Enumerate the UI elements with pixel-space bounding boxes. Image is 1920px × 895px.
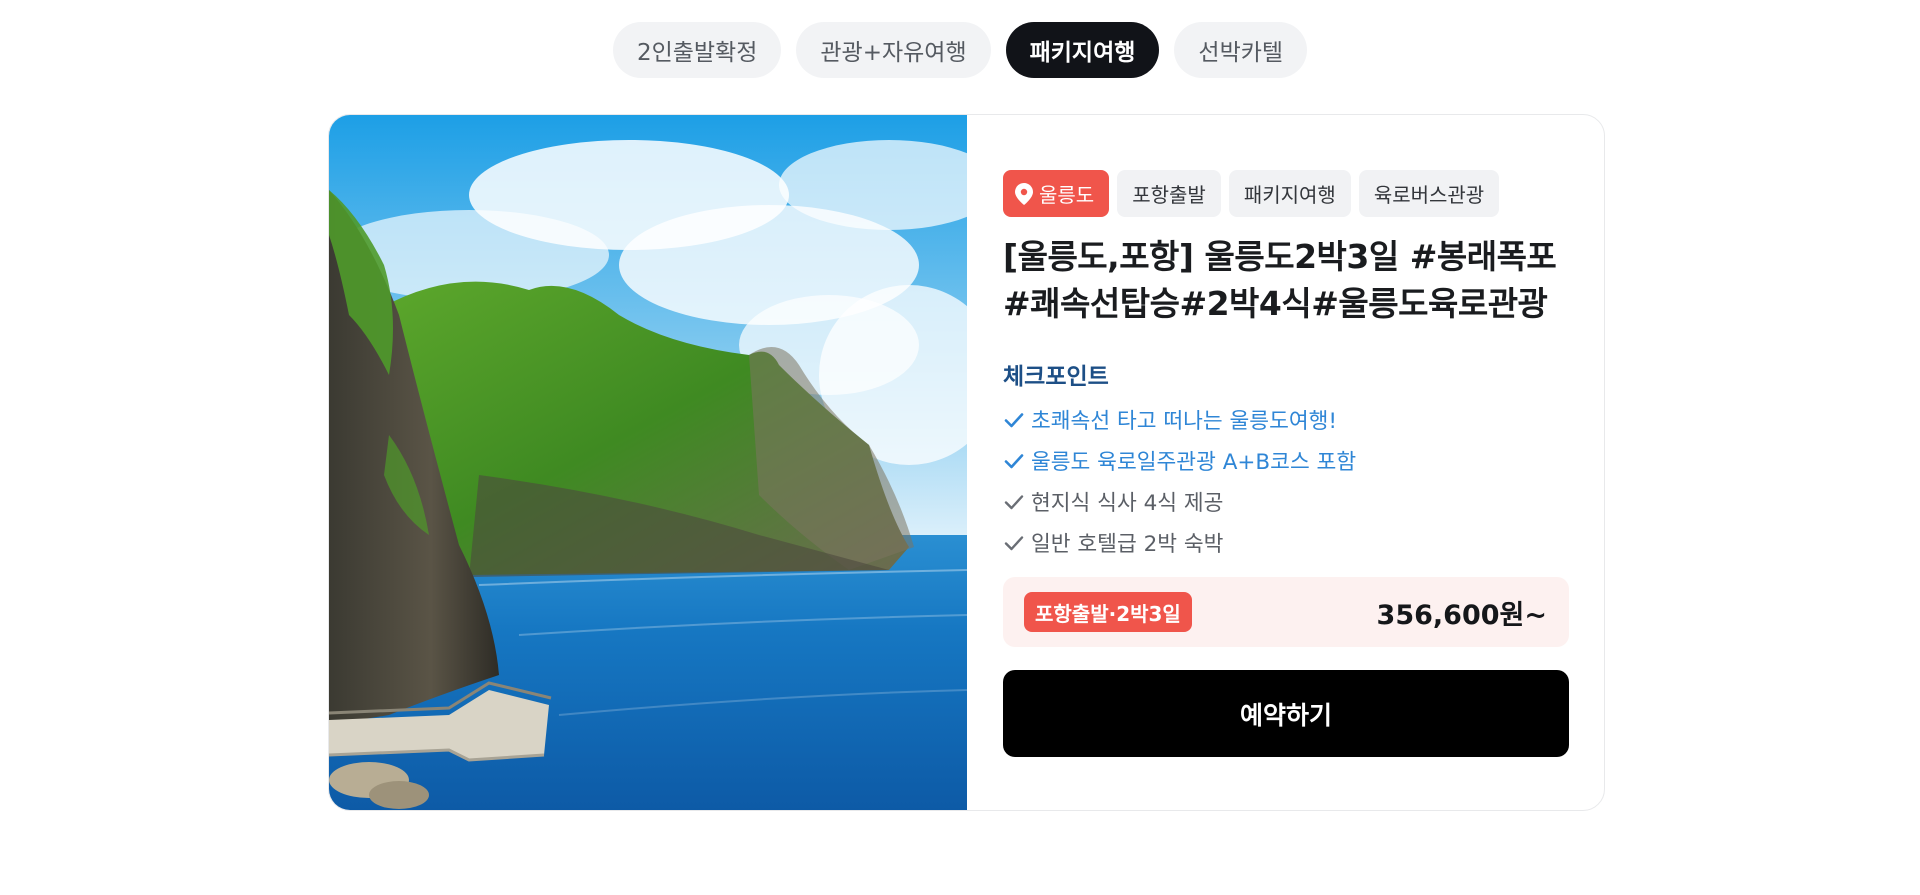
check-icon — [1004, 412, 1024, 427]
tab-package-travel[interactable]: 패키지여행 — [1005, 22, 1160, 78]
checkpoint-text: 울릉도 육로일주관광 A+B코스 포함 — [1031, 450, 1357, 475]
tag-package[interactable]: 패키지여행 — [1228, 170, 1351, 217]
product-card: 울릉도 포항출발 패키지여행 육로버스관광 [울릉도,포항] 울릉도2박3일 #… — [328, 114, 1605, 811]
location-tag[interactable]: 울릉도 — [1003, 170, 1110, 217]
checkpoint-item: 일반 호텔급 2박 숙박 — [1003, 522, 1569, 563]
product-photo — [329, 115, 967, 810]
product-title-line-1: [울릉도,포항] 울릉도2박3일 #봉래폭포 — [1003, 237, 1557, 276]
product-title-line-2: #쾌속선탑승#2박4식#울릉도육로관광 — [1003, 284, 1548, 323]
tag-list: 울릉도 포항출발 패키지여행 육로버스관광 — [1003, 170, 1569, 217]
price-badge: 포항출발·2박3일 — [1024, 592, 1192, 632]
check-icon — [1004, 535, 1024, 550]
product-title[interactable]: [울릉도,포항] 울릉도2박3일 #봉래폭포 #쾌속선탑승#2박4식#울릉도육로… — [1003, 233, 1569, 327]
price: 356,600원~ — [1376, 599, 1547, 631]
tag-bus-tour[interactable]: 육로버스관광 — [1358, 170, 1500, 217]
tab-sightseeing-free-travel[interactable]: 관광+자유여행 — [796, 22, 991, 78]
location-tag-label: 울릉도 — [1039, 183, 1095, 207]
tab-two-person-departure[interactable]: 2인출발확정 — [612, 22, 782, 78]
book-button[interactable]: 예약하기 — [1003, 670, 1569, 757]
tag-departure[interactable]: 포항출발 — [1117, 170, 1221, 217]
checkpoint-text: 현지식 식사 4식 제공 — [1031, 491, 1224, 516]
price-box: 포항출발·2박3일 356,600원~ — [1003, 577, 1569, 647]
checkpoint-item: 초쾌속선 타고 떠나는 울릉도여행! — [1003, 399, 1569, 440]
check-icon — [1004, 494, 1024, 509]
checkpoint-text: 초쾌속선 타고 떠나는 울릉도여행! — [1031, 409, 1338, 434]
checkpoint-list: 초쾌속선 타고 떠나는 울릉도여행! 울릉도 육로일주관광 A+B코스 포함 현… — [1003, 399, 1569, 563]
filter-tabs: 2인출발확정 관광+자유여행 패키지여행 선박카텔 — [0, 22, 1920, 78]
checkpoint-heading: 체크포인트 — [1003, 364, 1109, 390]
location-pin-icon — [1015, 182, 1033, 205]
tab-ship-cartel[interactable]: 선박카텔 — [1174, 22, 1308, 78]
product-info: 울릉도 포항출발 패키지여행 육로버스관광 [울릉도,포항] 울릉도2박3일 #… — [1003, 170, 1569, 757]
check-icon — [1004, 453, 1024, 468]
checkpoint-item: 현지식 식사 4식 제공 — [1003, 481, 1569, 522]
checkpoint-text: 일반 호텔급 2박 숙박 — [1031, 532, 1224, 557]
checkpoint-item: 울릉도 육로일주관광 A+B코스 포함 — [1003, 440, 1569, 481]
